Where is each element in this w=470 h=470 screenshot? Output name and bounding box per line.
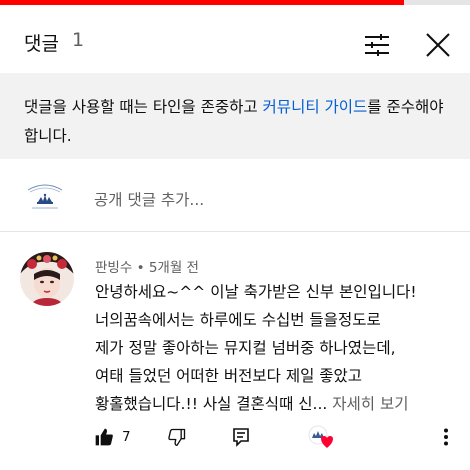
dislike-button[interactable] — [167, 422, 191, 452]
close-button[interactable] — [418, 27, 458, 63]
comment-time: 5개월 전 — [148, 260, 199, 276]
comment-actions: 7 — [0, 422, 470, 456]
add-comment-input[interactable]: 공개 댓글 추가... — [94, 188, 204, 210]
comments-header: 댓글 1 — [0, 5, 470, 73]
like-button[interactable]: 7 — [94, 422, 131, 452]
comment-line: 여태 들었던 어떠한 버전보다 제일 좋았고 — [95, 367, 363, 385]
comment-meta: 판빙수 • 5개월 전 — [95, 256, 199, 276]
like-count: 7 — [122, 429, 131, 445]
commenter-avatar[interactable] — [20, 252, 74, 306]
thumbs-down-icon — [168, 428, 186, 446]
comment-options-button[interactable] — [436, 422, 456, 452]
sliders-icon — [365, 34, 389, 56]
reply-button[interactable] — [232, 422, 256, 452]
comment-line: 안녕하세요~^^ 이날 축가받은 신부 본인입니다! — [95, 283, 417, 301]
comment-line: 황홀했습니다.!! 사실 결혼식때 신... — [95, 395, 328, 413]
community-guidelines-link[interactable]: 커뮤니티 가이드 — [263, 98, 368, 116]
meta-separator: • — [136, 260, 145, 276]
reply-comment-icon — [233, 428, 249, 447]
comment-compose[interactable]: 공개 댓글 추가... — [0, 160, 470, 232]
comment-line: 제가 정말 좋아하는 뮤지컬 넘버중 하나였는데, — [95, 339, 396, 357]
community-notice: 댓글을 사용할 때는 타인을 존중하고 커뮤니티 가이드를 준수해야 합니다. — [0, 73, 470, 159]
comment-line: 너의꿈속에서는 하루에도 수십번 들을정도로 — [95, 311, 381, 329]
comment-text: 안녕하세요~^^ 이날 축가받은 신부 본인입니다! 너의꿈속에서는 하루에도 … — [95, 278, 457, 418]
comment-item: 판빙수 • 5개월 전 안녕하세요~^^ 이날 축가받은 신부 본인입니다! 너… — [0, 232, 470, 470]
notice-text-before: 댓글을 사용할 때는 타인을 존중하고 — [24, 98, 263, 116]
sort-filter-button[interactable] — [357, 27, 397, 63]
comment-line-last: 황홀했습니다.!! 사실 결혼식때 신... 자세히 보기 — [95, 390, 457, 418]
comments-count: 1 — [72, 29, 85, 51]
comments-title: 댓글 — [24, 33, 59, 55]
creator-heart-badge — [306, 424, 336, 452]
channel-logo-icon — [22, 176, 68, 218]
comment-author[interactable]: 판빙수 — [95, 260, 132, 276]
thumbs-up-icon — [95, 428, 113, 446]
more-vertical-icon — [444, 428, 448, 446]
read-more-link[interactable]: 자세히 보기 — [332, 395, 408, 413]
creator-heart-icon — [308, 425, 333, 448]
close-icon — [426, 33, 450, 57]
